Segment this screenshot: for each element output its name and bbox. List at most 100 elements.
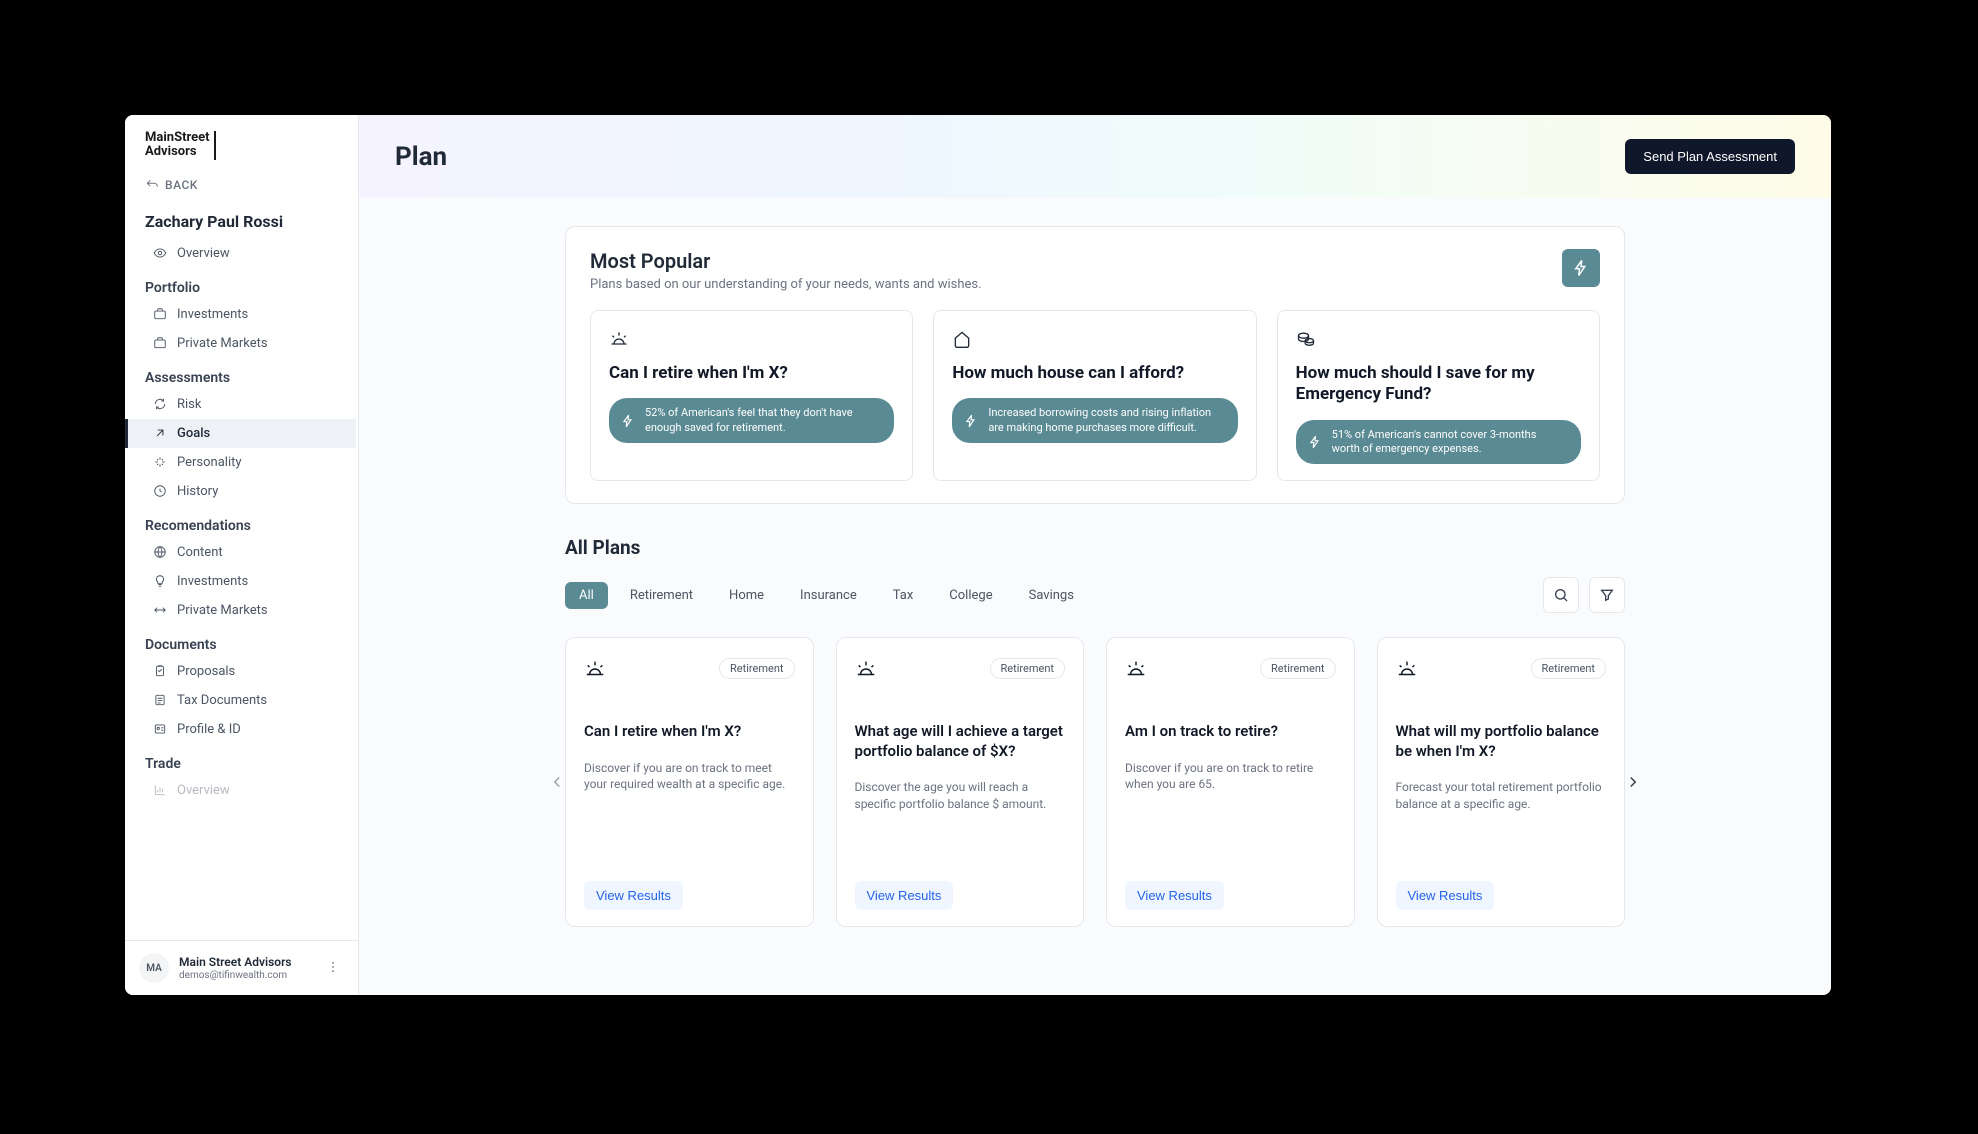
id-card-icon bbox=[153, 722, 167, 736]
plan-description: Discover if you are on track to retire w… bbox=[1125, 760, 1336, 870]
plan-question: What age will I achieve a target portfol… bbox=[855, 722, 1066, 761]
plan-card[interactable]: Retirement What will my portfolio balanc… bbox=[1377, 637, 1626, 927]
nav-personality[interactable]: Personality bbox=[125, 448, 356, 477]
nav-investments[interactable]: Investments bbox=[125, 300, 356, 329]
carousel-prev-button[interactable] bbox=[543, 768, 571, 796]
header: Plan Send Plan Assessment bbox=[359, 115, 1831, 198]
logo-line2: Advisors bbox=[145, 145, 210, 159]
plans-carousel: Retirement Can I retire when I'm X? Disc… bbox=[565, 637, 1625, 927]
view-results-button[interactable]: View Results bbox=[1125, 881, 1224, 910]
nav-private-markets[interactable]: Private Markets bbox=[125, 329, 356, 358]
tab-savings[interactable]: Savings bbox=[1015, 582, 1088, 609]
plan-question: What will my portfolio balance be when I… bbox=[1396, 722, 1607, 761]
plan-card[interactable]: Retirement What age will I achieve a tar… bbox=[836, 637, 1085, 927]
nav-private-markets-label: Private Markets bbox=[177, 336, 268, 351]
nav-proposals[interactable]: Proposals bbox=[125, 657, 356, 686]
view-results-button[interactable]: View Results bbox=[1396, 881, 1495, 910]
nav-goals-label: Goals bbox=[177, 426, 210, 441]
category-tabs: All Retirement Home Insurance Tax Colleg… bbox=[565, 582, 1088, 609]
coins-icon bbox=[1296, 329, 1581, 353]
search-icon bbox=[1553, 587, 1569, 603]
briefcase-icon bbox=[153, 307, 167, 321]
back-button[interactable]: BACK bbox=[125, 170, 358, 200]
lightning-icon bbox=[964, 414, 978, 428]
nav-investments-label: Investments bbox=[177, 307, 248, 322]
plan-question: Can I retire when I'm X? bbox=[584, 722, 795, 742]
tab-college[interactable]: College bbox=[935, 582, 1006, 609]
popular-title: Most Popular bbox=[590, 249, 982, 273]
nav-risk[interactable]: Risk bbox=[125, 390, 356, 419]
content[interactable]: Most Popular Plans based on our understa… bbox=[359, 198, 1831, 995]
carousel-next-button[interactable] bbox=[1619, 768, 1647, 796]
nav-profile-id-label: Profile & ID bbox=[177, 722, 241, 737]
nav-content-label: Content bbox=[177, 545, 223, 560]
briefcase-icon bbox=[153, 336, 167, 350]
lightning-icon bbox=[1308, 435, 1322, 449]
section-recommendations-title: Recomendations bbox=[125, 506, 356, 538]
logo: MainStreet Advisors bbox=[125, 115, 358, 170]
plan-card[interactable]: Retirement Am I on track to retire? Disc… bbox=[1106, 637, 1355, 927]
nav-risk-label: Risk bbox=[177, 397, 201, 412]
send-plan-assessment-button[interactable]: Send Plan Assessment bbox=[1625, 139, 1795, 174]
history-icon bbox=[153, 484, 167, 498]
filter-icon bbox=[1599, 587, 1615, 603]
refresh-icon bbox=[153, 397, 167, 411]
popular-card-house[interactable]: How much house can I afford? Increased b… bbox=[933, 310, 1256, 481]
tab-retirement[interactable]: Retirement bbox=[616, 582, 707, 609]
stat-pill: 52% of American's feel that they don't h… bbox=[609, 398, 894, 443]
popular-question: How much house can I afford? bbox=[952, 363, 1237, 384]
nav-rec-investments[interactable]: Investments bbox=[125, 567, 356, 596]
nav-trade-overview[interactable]: Overview bbox=[125, 776, 356, 805]
popular-card-emergency[interactable]: How much should I save for my Emergency … bbox=[1277, 310, 1600, 481]
stat-text: 52% of American's feel that they don't h… bbox=[645, 406, 880, 435]
section-assessments-title: Assessments bbox=[125, 358, 356, 390]
plan-description: Forecast your total retirement portfolio… bbox=[1396, 779, 1607, 869]
tab-tax[interactable]: Tax bbox=[879, 582, 928, 609]
account-email: demos@tifinwealth.com bbox=[179, 970, 312, 981]
lightning-icon bbox=[621, 414, 635, 428]
home-icon bbox=[952, 329, 1237, 353]
nav-scroll[interactable]: Overview Portfolio Investments Private M… bbox=[125, 239, 358, 940]
chevron-right-icon bbox=[1624, 773, 1642, 791]
account-name: Main Street Advisors bbox=[179, 955, 312, 969]
nav-overview-label: Overview bbox=[177, 246, 230, 261]
popular-card-retire[interactable]: Can I retire when I'm X? 52% of American… bbox=[590, 310, 913, 481]
page-title: Plan bbox=[395, 142, 447, 172]
chart-icon bbox=[153, 783, 167, 797]
nav-rec-private-markets[interactable]: Private Markets bbox=[125, 596, 356, 625]
plan-card[interactable]: Retirement Can I retire when I'm X? Disc… bbox=[565, 637, 814, 927]
filter-button[interactable] bbox=[1589, 577, 1625, 613]
nav-profile-id[interactable]: Profile & ID bbox=[125, 715, 356, 744]
nav-history[interactable]: History bbox=[125, 477, 356, 506]
account-menu-button[interactable] bbox=[322, 955, 344, 982]
nav-content[interactable]: Content bbox=[125, 538, 356, 567]
popular-subtitle: Plans based on our understanding of your… bbox=[590, 277, 982, 292]
stat-pill: Increased borrowing costs and rising inf… bbox=[952, 398, 1237, 443]
view-results-button[interactable]: View Results bbox=[584, 881, 683, 910]
tab-home[interactable]: Home bbox=[715, 582, 778, 609]
account-info: Main Street Advisors demos@tifinwealth.c… bbox=[179, 955, 312, 980]
swap-icon bbox=[153, 603, 167, 617]
search-button[interactable] bbox=[1543, 577, 1579, 613]
sidebar: MainStreet Advisors BACK Zachary Paul Ro… bbox=[125, 115, 359, 995]
sunrise-icon bbox=[584, 658, 606, 684]
lightbulb-icon bbox=[153, 574, 167, 588]
section-documents-title: Documents bbox=[125, 625, 356, 657]
insights-button[interactable] bbox=[1562, 249, 1600, 287]
section-portfolio-title: Portfolio bbox=[125, 268, 356, 300]
tab-all[interactable]: All bbox=[565, 582, 608, 609]
nav-overview[interactable]: Overview bbox=[125, 239, 356, 268]
back-label: BACK bbox=[165, 178, 198, 192]
document-icon bbox=[153, 693, 167, 707]
arrow-up-right-icon bbox=[153, 426, 167, 440]
sunrise-icon bbox=[609, 329, 894, 353]
account-bar: MA Main Street Advisors demos@tifinwealt… bbox=[125, 940, 358, 995]
view-results-button[interactable]: View Results bbox=[855, 881, 954, 910]
category-badge: Retirement bbox=[1531, 658, 1607, 679]
plan-question: Am I on track to retire? bbox=[1125, 722, 1336, 742]
back-arrow-icon bbox=[145, 178, 159, 192]
nav-goals[interactable]: Goals bbox=[125, 419, 356, 448]
tab-insurance[interactable]: Insurance bbox=[786, 582, 871, 609]
sparkle-icon bbox=[153, 455, 167, 469]
nav-tax-documents[interactable]: Tax Documents bbox=[125, 686, 356, 715]
